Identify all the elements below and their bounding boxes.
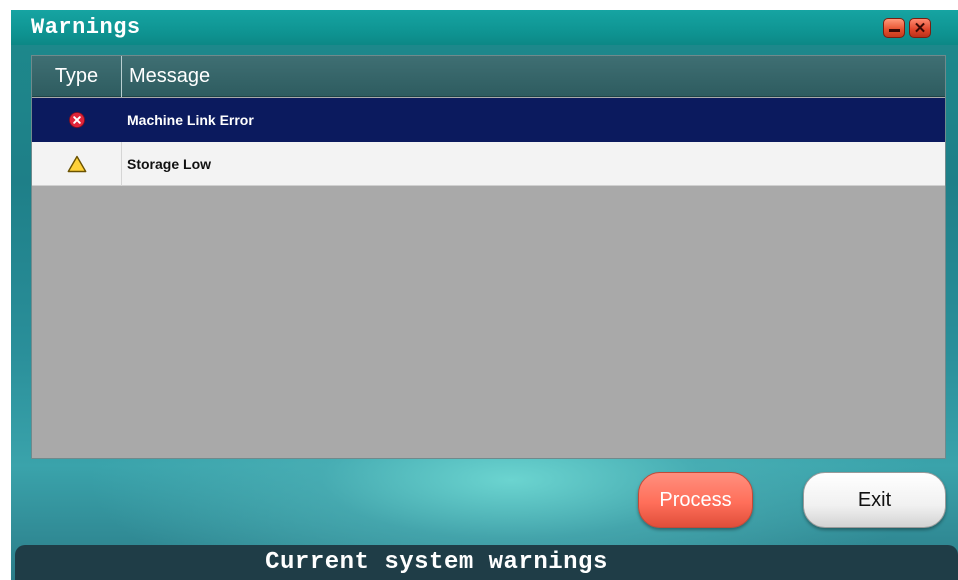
warnings-table: Type Message Machine Link Error Storage … — [31, 55, 946, 459]
column-header-message[interactable]: Message — [129, 56, 210, 97]
title-bar[interactable]: Warnings ✕ — [11, 10, 958, 45]
table-header: Type Message — [32, 56, 945, 97]
process-button[interactable]: Process — [638, 472, 753, 528]
close-icon: ✕ — [913, 19, 927, 37]
type-cell — [32, 142, 122, 186]
table-row[interactable]: Machine Link Error — [32, 98, 945, 142]
status-text: Current system warnings — [265, 549, 608, 576]
minimize-button[interactable] — [883, 18, 905, 38]
minimize-icon — [888, 29, 900, 32]
message-cell: Storage Low — [127, 156, 212, 172]
warning-icon — [67, 155, 86, 173]
table-row[interactable]: Storage Low — [32, 142, 945, 186]
exit-button[interactable]: Exit — [803, 472, 946, 528]
window-title: Warnings — [31, 15, 141, 40]
column-header-type[interactable]: Type — [32, 56, 122, 97]
close-button[interactable]: ✕ — [909, 18, 931, 38]
error-icon — [69, 112, 85, 128]
status-bar: Current system warnings — [15, 545, 958, 580]
warnings-window: Warnings ✕ Type Message Machine Link Err… — [11, 10, 958, 580]
type-cell — [32, 98, 122, 142]
message-cell: Machine Link Error — [127, 112, 254, 128]
